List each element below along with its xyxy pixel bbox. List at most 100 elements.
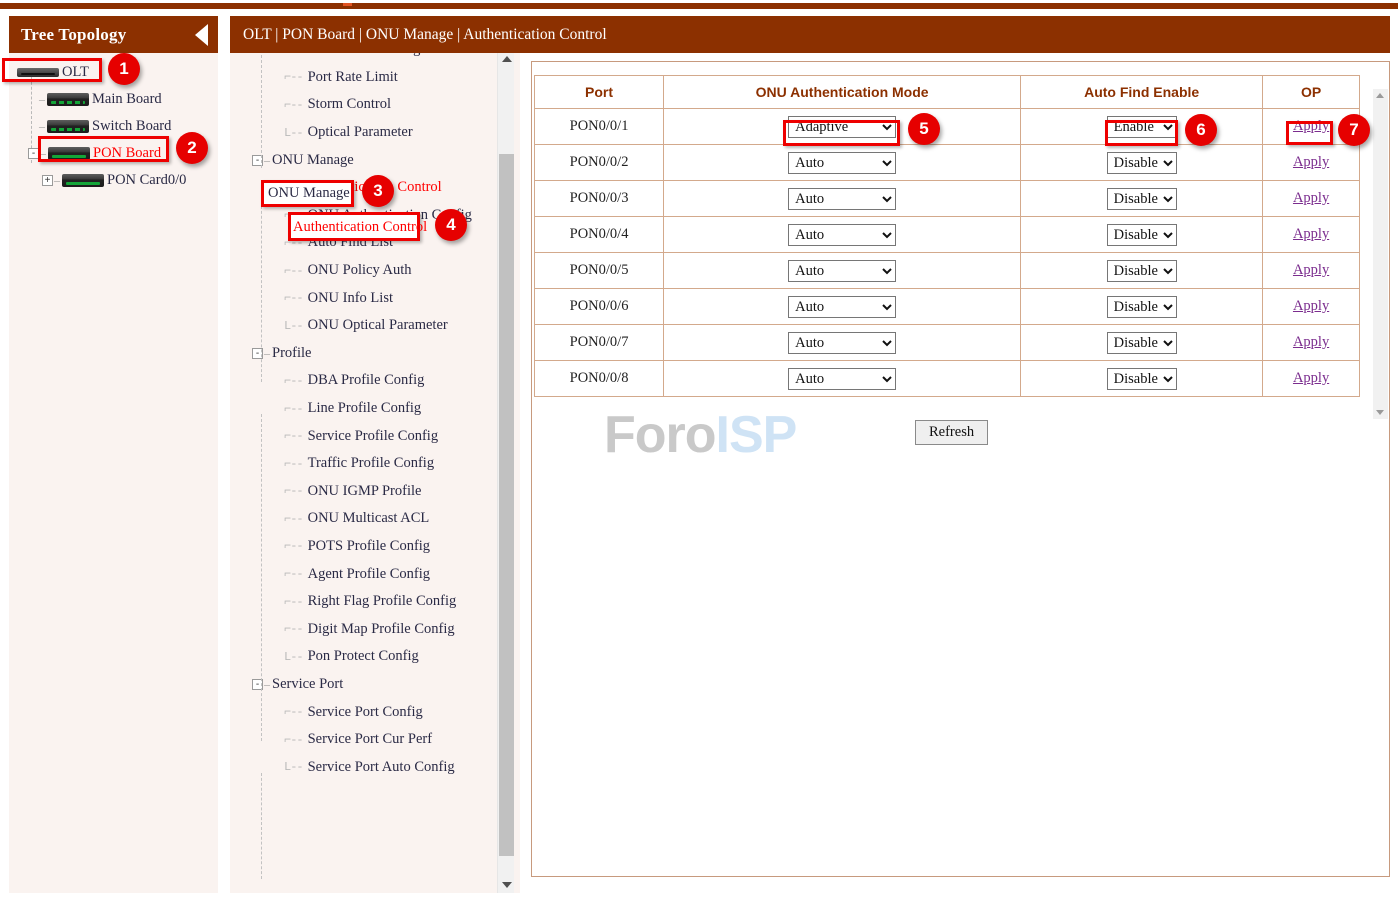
cell-port: PON0/0/3 [535,181,664,217]
tree-node-main-board[interactable]: – Main Board [9,86,218,113]
auto-find-select-row8[interactable]: EnableDisable [1107,368,1177,390]
auto-find-select-row7[interactable]: EnableDisable [1107,332,1177,354]
cell-op: Apply [1263,253,1360,289]
tree-expander-expand-icon[interactable]: + [42,175,53,186]
menu-item-onu-info-list[interactable]: ⌐-- ONU Info List [244,284,520,312]
menu-item-line-profile-config[interactable]: ⌐-- Line Profile Config [244,395,520,423]
refresh-button[interactable]: Refresh [915,420,988,445]
auto-find-select-row4[interactable]: EnableDisable [1107,224,1177,246]
cell-onu-authentication-mode: AutoAdaptiveManual [664,253,1021,289]
mode-select-row2[interactable]: AutoAdaptiveManual [788,152,896,174]
mode-select-row5[interactable]: AutoAdaptiveManual [788,260,896,282]
table-row: PON0/0/5 AutoAdaptiveManual EnableDisable A… [535,253,1360,289]
menu-item-agent-profile-config[interactable]: ⌐-- Agent Profile Config [244,560,520,588]
apply-link-row1[interactable]: Apply [1293,118,1329,134]
menu-item-service-port-cur-perf[interactable]: ⌐-- Service Port Cur Perf [244,726,520,754]
table-body: PON0/0/1AutoAdaptiveManualEnableDisableA… [535,109,1360,397]
menu-item-traffic-profile-config[interactable]: ⌐-- Traffic Profile Config [244,450,520,478]
mode-select-row1[interactable]: AutoAdaptiveManual [788,116,896,138]
mode-select-row3[interactable]: AutoAdaptiveManual [788,188,896,210]
apply-link-row3[interactable]: Apply [1293,190,1329,206]
menu-item-service-profile-config[interactable]: ⌐-- Service Profile Config [244,422,520,450]
tree-node-pon-board[interactable]: - – PON Board [9,140,218,167]
auto-find-select-row1[interactable]: EnableDisable [1107,116,1177,138]
cell-port: PON0/0/7 [535,325,664,361]
cell-port: PON0/0/5 [535,253,664,289]
menu-branch-connector: L-- [284,126,303,140]
menu-item-label: Service Port Cur Perf [308,731,432,748]
menu-item-label: Optical Parameter [308,124,413,141]
menu-item-onu-manage[interactable]: - – ONU Manage [244,146,520,174]
menu-item-optical-parameter[interactable]: L-- Optical Parameter [244,119,520,147]
menu-item-pots-profile-config[interactable]: ⌐-- POTS Profile Config [244,533,520,561]
auto-find-select-row5[interactable]: EnableDisable [1107,260,1177,282]
menu-item-service-port-config[interactable]: ⌐-- Service Port Config [244,698,520,726]
column-header-port: Port [535,76,664,109]
apply-link-row8[interactable]: Apply [1293,370,1329,386]
menu-item-right-flag-profile-config[interactable]: ⌐-- Right Flag Profile Config [244,588,520,616]
tree-branch-dash: – [39,92,45,107]
tree-node-switch-board[interactable]: – Switch Board [9,113,218,140]
menu-branch-connector: ⌐-- [284,567,303,581]
mode-select-row6[interactable]: AutoAdaptiveManual [788,296,896,318]
tree-node-label: Switch Board [92,118,171,135]
column-header-op: OP [1263,76,1360,109]
tree-node-label: PON Card0/0 [107,172,186,189]
apply-link-row2[interactable]: Apply [1293,154,1329,170]
menu-item-onu-igmp-profile[interactable]: ⌐-- ONU IGMP Profile [244,478,520,506]
menu-branch-connector: ⌐-- [284,208,303,222]
menu-item-service-port[interactable]: - – Service Port [244,671,520,699]
apply-link-row7[interactable]: Apply [1293,334,1329,350]
tree-expander-collapse-icon[interactable]: - [28,148,39,159]
menu-item-onu-multicast-acl[interactable]: ⌐-- ONU Multicast ACL [244,505,520,533]
cell-op: Apply [1263,145,1360,181]
mode-select-row7[interactable]: AutoAdaptiveManual [788,332,896,354]
cell-auto-find-enable: EnableDisable [1021,109,1263,145]
tree-branch-dash: – [39,119,45,134]
table-scroll-up-arrow-icon[interactable] [1376,93,1384,98]
menu-item-label: POTS Profile Config [308,538,430,555]
cell-onu-authentication-mode: AutoAdaptiveManual [664,325,1021,361]
tree-node-pon-card-0-0[interactable]: + – PON Card0/0 [9,167,218,194]
device-olt-icon [17,68,59,77]
menu-item-profile[interactable]: - – Profile [244,340,520,368]
menu-scrollbar-thumb[interactable] [499,154,514,856]
table-scrollbar[interactable] [1373,89,1388,419]
table-row: PON0/0/7 AutoAdaptiveManual EnableDisable A… [535,325,1360,361]
menu-branch-connector: ⌐-- [284,402,303,416]
menu-item-onu-optical-parameter[interactable]: L-- ONU Optical Parameter [244,312,520,340]
auto-find-select-row6[interactable]: EnableDisable [1107,296,1177,318]
breadcrumb-bar: OLT | PON Board | ONU Manage | Authentic… [230,16,1390,53]
menu-scrollbar[interactable] [497,50,514,893]
menu-item-onu-authentication-config[interactable]: ⌐-- ONU Authentication Config [244,202,520,230]
menu-item-port-rate-limit[interactable]: ⌐-- Port Rate Limit [244,64,520,92]
apply-link-row4[interactable]: Apply [1293,226,1329,242]
menu-branch-dash: – [264,346,270,361]
auto-find-select-row3[interactable]: EnableDisable [1107,188,1177,210]
apply-link-row5[interactable]: Apply [1293,262,1329,278]
menu-item-onu-policy-auth[interactable]: ⌐-- ONU Policy Auth [244,257,520,285]
auto-find-select-row2[interactable]: EnableDisable [1107,152,1177,174]
menu-item-authentication-control[interactable]: ⌐-- Authentication Control [244,174,520,202]
cell-onu-authentication-mode: AutoAdaptiveManual [664,361,1021,397]
table-header-row: Port ONU Authentication Mode Auto Find E… [535,76,1360,109]
menu-item-storm-control[interactable]: ⌐-- Storm Control [244,91,520,119]
navigation-menu-list: ⌐-- Port Extend Config ⌐-- Port Rate Lim… [230,50,520,781]
tree-node-olt[interactable]: OLT [9,59,218,86]
foroisp-watermark: ForoISP [604,400,804,470]
table-row: PON0/0/6AutoAdaptiveManualEnableDisableA… [535,289,1360,325]
tree-node-label: OLT [62,64,89,81]
menu-item-auto-find-list[interactable]: ⌐-- Auto Find List [244,229,520,257]
apply-link-row6[interactable]: Apply [1293,298,1329,314]
scroll-down-arrow-icon[interactable] [498,876,515,893]
menu-item-pon-protect-config[interactable]: L-- Pon Protect Config [244,643,520,671]
menu-item-digit-map-profile-config[interactable]: ⌐-- Digit Map Profile Config [244,615,520,643]
top-accent-bar [0,3,1398,9]
cell-port: PON0/0/2 [535,145,664,181]
mode-select-row8[interactable]: AutoAdaptiveManual [788,368,896,390]
menu-item-dba-profile-config[interactable]: ⌐-- DBA Profile Config [244,367,520,395]
collapse-left-arrow-icon[interactable] [195,24,208,46]
cell-onu-authentication-mode: AutoAdaptiveManual [664,109,1021,145]
menu-item-service-port-auto-config[interactable]: L-- Service Port Auto Config [244,753,520,781]
mode-select-row4[interactable]: AutoAdaptiveManual [788,224,896,246]
